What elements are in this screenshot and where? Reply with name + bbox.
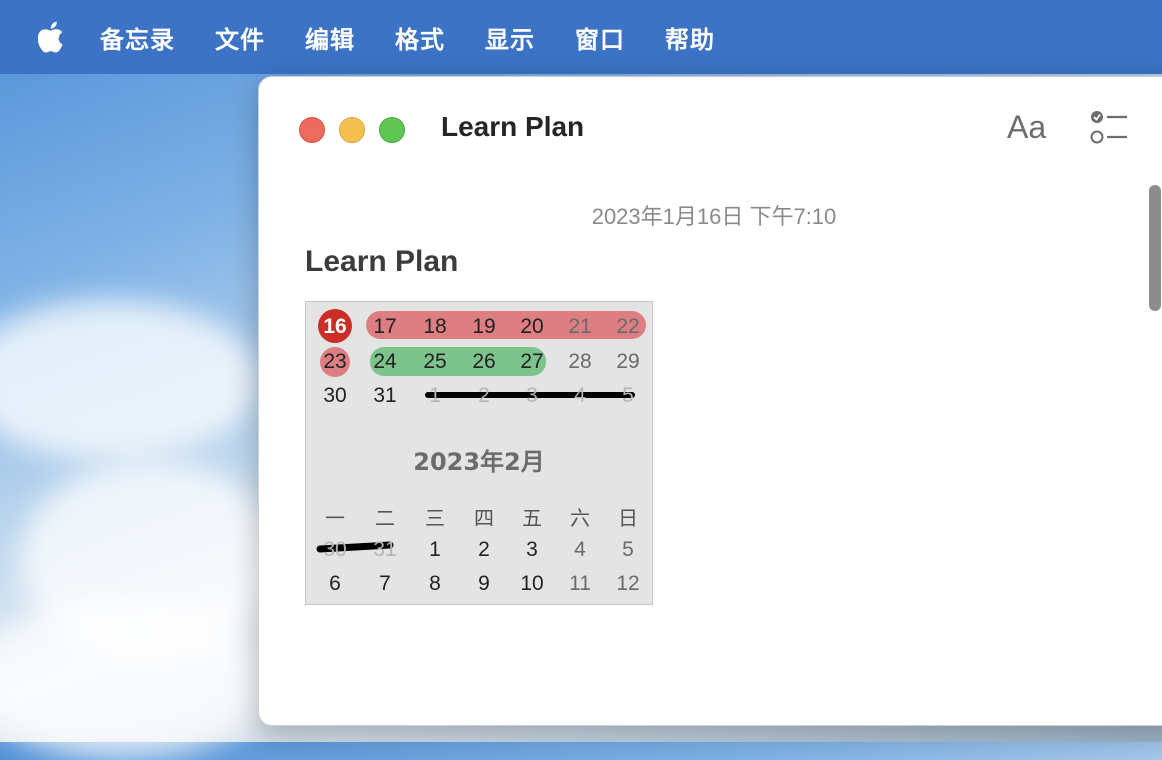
calendar-day: 6 <box>329 572 341 595</box>
calendar-day: 20 <box>520 315 544 338</box>
calendar-day: 11 <box>569 572 591 595</box>
menu-view[interactable]: 显示 <box>485 20 535 55</box>
apple-logo-icon[interactable] <box>36 17 70 57</box>
checklist-icon[interactable] <box>1089 109 1129 145</box>
calendar-day: 3 <box>526 538 538 561</box>
note-heading[interactable]: Learn Plan <box>305 245 458 279</box>
calendar-day: 19 <box>472 315 496 338</box>
weekday-label: 六 <box>570 506 590 530</box>
calendar-day: 2 <box>478 538 490 561</box>
calendar-day: 8 <box>429 572 441 595</box>
menu-edit[interactable]: 编辑 <box>305 20 355 55</box>
calendar-day: 21 <box>568 315 592 338</box>
weekday-label: 二 <box>375 506 395 530</box>
calendar-day: 26 <box>472 350 496 373</box>
zoom-button[interactable] <box>379 117 405 143</box>
menu-help[interactable]: 帮助 <box>665 20 715 55</box>
close-button[interactable] <box>299 117 325 143</box>
calendar-day: 1 <box>429 538 441 561</box>
calendar-day: 2 <box>478 384 490 407</box>
calendar-day: 12 <box>616 572 640 595</box>
calendar-day: 3 <box>526 384 538 407</box>
calendar-day: 28 <box>568 350 592 373</box>
calendar-day: 23 <box>323 350 347 373</box>
calendar-day: 22 <box>616 315 640 338</box>
calendar-day: 27 <box>520 350 544 373</box>
menu-bar: 备忘录 文件 编辑 格式 显示 窗口 帮助 <box>0 0 1162 74</box>
minimize-button[interactable] <box>339 117 365 143</box>
calendar-day: 5 <box>622 538 634 561</box>
menu-notes[interactable]: 备忘录 <box>100 20 175 55</box>
calendar-day: 1 <box>429 384 441 407</box>
calendar-day: 4 <box>574 384 586 407</box>
calendar-day: 31 <box>373 538 397 561</box>
weekday-label: 日 <box>618 506 638 530</box>
notes-window: Learn Plan Aa 2023年1月16日 下午7:10 Learn Pl… <box>258 76 1162 726</box>
weekday-label: 三 <box>425 506 445 530</box>
calendar-day: 24 <box>373 350 397 373</box>
calendar-day: 4 <box>574 538 586 561</box>
menu-file[interactable]: 文件 <box>215 20 265 55</box>
calendar-day: 29 <box>616 350 640 373</box>
background-cloud <box>0 300 260 460</box>
weekday-label: 四 <box>474 506 494 530</box>
window-title: Learn Plan <box>441 111 585 142</box>
calendar-day: 5 <box>622 384 634 407</box>
calendar-day: 10 <box>520 572 544 595</box>
calendar-day: 31 <box>373 384 397 407</box>
calendar-image[interactable]: 16 17 18 19 20 21 22 23 24 25 26 27 28 2… <box>305 301 653 605</box>
calendar-day: 9 <box>478 572 490 595</box>
format-button[interactable]: Aa <box>1007 109 1046 146</box>
note-date: 2023年1月16日 下午7:10 <box>591 204 837 229</box>
menu-window[interactable]: 窗口 <box>575 20 625 55</box>
weekday-label: 一 <box>325 506 345 530</box>
calendar-day: 25 <box>423 350 447 373</box>
menu-format[interactable]: 格式 <box>395 20 445 55</box>
calendar-day: 18 <box>423 315 447 338</box>
calendar-day: 30 <box>323 538 347 561</box>
calendar-day: 7 <box>379 572 391 595</box>
calendar-day: 17 <box>373 315 397 338</box>
calendar-day: 30 <box>323 384 347 407</box>
weekday-label: 五 <box>522 506 542 530</box>
calendar-month-title: 2023年2月 <box>413 448 545 476</box>
calendar-day-today: 16 <box>323 315 347 338</box>
